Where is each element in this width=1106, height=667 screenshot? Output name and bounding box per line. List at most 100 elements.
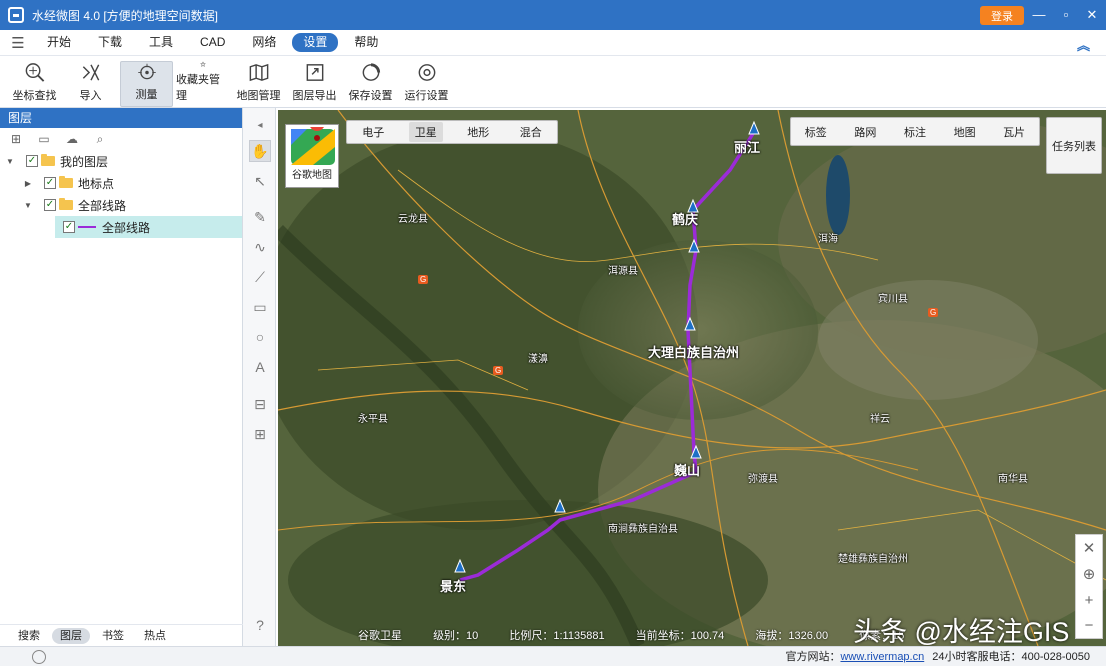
map-type-vector[interactable]: 电子 <box>356 122 390 142</box>
zoom-in-icon[interactable]: + <box>1085 592 1094 609</box>
tab-bookmarks[interactable]: 书签 <box>94 628 132 644</box>
layer-export-button[interactable]: 图层导出 <box>288 61 341 107</box>
tab-layers[interactable]: 图层 <box>52 627 90 644</box>
run-settings-button[interactable]: 运行设置 <box>400 61 453 107</box>
road-shield: G <box>493 366 504 375</box>
map-type-satellite[interactable]: 卫星 <box>408 122 443 142</box>
region-download-icon[interactable]: ⊟ <box>249 393 271 415</box>
menu-download[interactable]: 下载 <box>87 33 133 52</box>
place-label: 丽江 <box>734 140 761 155</box>
draw-rectangle-icon[interactable]: ▭ <box>249 296 271 318</box>
website-link[interactable]: www.rivermap.cn <box>840 651 924 663</box>
maximize-icon[interactable]: ▫ <box>1057 6 1075 24</box>
task-list-button[interactable]: 任务列表 <box>1046 117 1102 174</box>
line-swatch-icon <box>78 226 96 228</box>
menu-network[interactable]: 网络 <box>241 33 287 52</box>
draw-text-icon[interactable]: A <box>249 356 271 378</box>
ribbon-toolbar: 坐标查找 导入 测量 收藏夹管理 地图管理 图层导出 保存设置 运行设置 <box>0 56 1106 108</box>
layer-checkbox[interactable]: ✓ <box>63 221 75 233</box>
menu-toggle-icon[interactable]: ☰ <box>0 34 36 52</box>
favorites-manage-button[interactable]: 收藏夹管理 <box>176 61 229 107</box>
place-label: 云龙县 <box>398 214 428 225</box>
draw-circle-icon[interactable]: ○ <box>249 326 271 348</box>
basemap-switcher[interactable]: 谷歌地图 <box>285 124 339 188</box>
drawing-toolbar: ◂ ✋ ↖ ✎ ∿ ⟋ ▭ ○ A ⊟ ⊞ ? <box>243 108 276 646</box>
login-button[interactable]: 登录 <box>980 6 1024 25</box>
menu-cad[interactable]: CAD <box>189 33 236 52</box>
menu-tools[interactable]: 工具 <box>138 33 184 52</box>
save-settings-icon <box>362 63 380 81</box>
map-source: 谷歌卫星 <box>358 630 402 642</box>
tool-label: 图层导出 <box>292 90 337 102</box>
run-settings-icon <box>418 64 435 81</box>
map-manage-button[interactable]: 地图管理 <box>232 61 285 107</box>
add-folder-icon[interactable]: ▭ <box>36 132 52 146</box>
network-status-icon <box>32 650 46 664</box>
batch-download-icon[interactable]: ⊞ <box>249 423 271 445</box>
menu-bar: ☰ 开始 下载 工具 CAD 网络 设置 帮助 <box>0 30 1106 56</box>
map-view[interactable]: 丽江 鹤庆 洱源县 洱海 大理白族自治州 巍山 祥云 宾川县 南华县 弥渡县 永… <box>278 110 1106 646</box>
close-icon[interactable]: ✕ <box>1083 6 1101 24</box>
layer-checkbox[interactable]: ✓ <box>26 155 38 167</box>
place-label: 景东 <box>440 579 467 594</box>
place-label: 楚雄彝族自治州 <box>838 554 908 565</box>
menu-home[interactable]: 开始 <box>36 33 82 52</box>
cursor-coords: 当前坐标：100.74 <box>635 630 725 642</box>
app-title: 水经微图 4.0 [方便的地理空间数据] <box>32 8 219 23</box>
save-settings-button[interactable]: 保存设置 <box>344 61 397 107</box>
tool-label: 坐标查找 <box>12 90 57 102</box>
tab-hotspots[interactable]: 热点 <box>136 628 174 644</box>
hotline-label: 24小时客服电话： <box>932 651 1022 663</box>
place-label: 大理白族自治州 <box>648 345 740 360</box>
map-type-hybrid[interactable]: 混合 <box>514 122 548 142</box>
cloud-icon[interactable]: ☁ <box>64 132 80 146</box>
tree-label: 我的图层 <box>60 154 109 169</box>
search-icon[interactable]: ⌕ <box>92 132 108 146</box>
overlay-annotations[interactable]: 标注 <box>904 124 926 140</box>
measure-icon <box>137 63 156 80</box>
place-label: 南华县 <box>998 474 1028 485</box>
expand-icon[interactable]: ▶ <box>22 179 34 188</box>
tree-item-route-line[interactable]: ✓ 全部线路 <box>55 216 242 238</box>
add-layer-icon[interactable]: ⊞ <box>8 132 24 146</box>
menu-settings[interactable]: 设置 <box>292 33 339 52</box>
tab-search[interactable]: 搜索 <box>10 628 48 644</box>
layer-checkbox[interactable]: ✓ <box>44 199 56 211</box>
title-bar: 水经微图 4.0 [方便的地理空间数据] <box>0 0 1106 30</box>
map-controls: ✕ ⊕ + − <box>1075 534 1103 639</box>
overlay-labels[interactable]: 标签 <box>805 124 827 140</box>
tool-label: 导入 <box>79 90 102 102</box>
collapse-icon[interactable]: ▼ <box>22 201 34 210</box>
folder-icon <box>59 198 73 210</box>
collapse-icon[interactable]: ▼ <box>4 157 16 166</box>
measure-button[interactable]: 测量 <box>120 61 173 107</box>
map-manage-icon <box>249 63 268 82</box>
map-type-terrain[interactable]: 地形 <box>461 122 495 142</box>
overlay-map[interactable]: 地图 <box>954 124 976 140</box>
overlay-roads[interactable]: 路网 <box>854 124 876 140</box>
locate-icon[interactable]: ⊕ <box>1083 565 1096 583</box>
draw-line-icon[interactable]: ∿ <box>249 236 271 258</box>
pan-hand-icon[interactable]: ✋ <box>249 140 271 162</box>
help-icon[interactable]: ? <box>249 614 271 636</box>
collapse-panel-icon[interactable]: ◂ <box>249 114 271 136</box>
coordinate-search-button[interactable]: 坐标查找 <box>8 61 61 107</box>
tree-item-my-layers[interactable]: ▼ ✓ 我的图层 <box>0 150 242 172</box>
import-button[interactable]: 导入 <box>64 61 117 107</box>
menu-help[interactable]: 帮助 <box>343 33 389 52</box>
hotline-number: 400-028-0050 <box>1021 651 1090 663</box>
minimize-icon[interactable]: — <box>1030 6 1048 24</box>
status-bar: 官方网站：www.rivermap.cn 24小时客服电话：400-028-005… <box>0 646 1106 666</box>
draw-polygon-icon[interactable]: ⟋ <box>249 266 271 288</box>
import-icon <box>82 64 99 81</box>
tree-item-landmarks[interactable]: ▶ ✓ 地标点 <box>0 172 242 194</box>
collapse-ribbon-icon[interactable]: ︽ <box>1077 35 1090 54</box>
tree-item-routes[interactable]: ▼ ✓ 全部线路 <box>0 194 242 216</box>
draw-point-icon[interactable]: ✎ <box>249 206 271 228</box>
fullscreen-icon[interactable]: ✕ <box>1083 539 1096 557</box>
select-arrow-icon[interactable]: ↖ <box>249 170 271 192</box>
layer-checkbox[interactable]: ✓ <box>44 177 56 189</box>
export-icon <box>306 64 323 81</box>
overlay-tiles[interactable]: 瓦片 <box>1003 124 1025 140</box>
google-maps-icon <box>291 127 335 165</box>
